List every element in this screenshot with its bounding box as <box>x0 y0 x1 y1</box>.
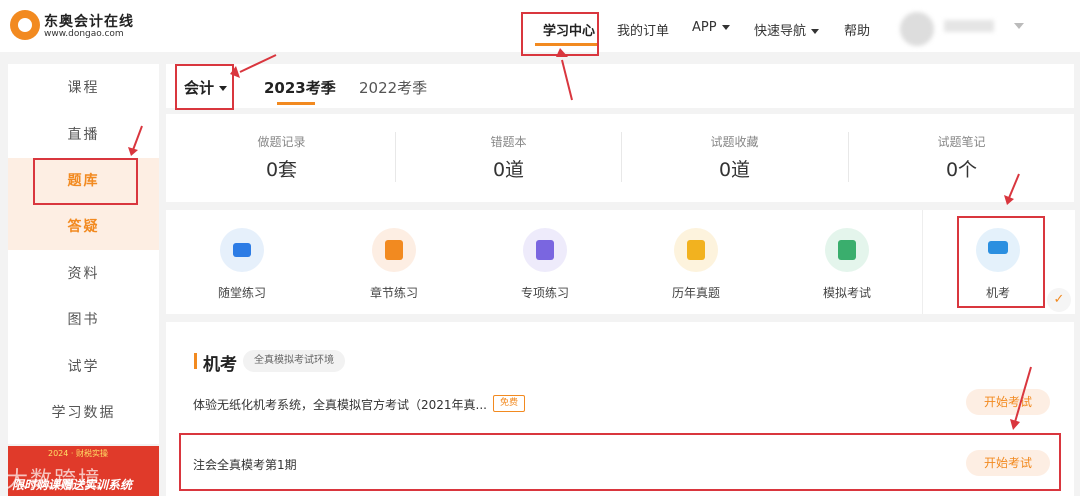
section-accent-bar <box>194 353 197 369</box>
book-icon[interactable] <box>372 228 416 272</box>
tab-active-underline <box>277 102 315 105</box>
annotation-box-exam-row <box>179 433 1061 491</box>
stat-label: 试题收藏 <box>710 135 759 149</box>
free-badge: 免费 <box>493 395 526 412</box>
section-tag: 全真模拟考试环境 <box>243 350 345 372</box>
clipboard-icon[interactable] <box>825 228 869 272</box>
dongao-logo-icon[interactable] <box>10 10 40 40</box>
nav-app[interactable]: APP <box>692 20 730 35</box>
practice-item-chapter[interactable]: 章节练习 <box>319 284 469 301</box>
annotation-box-subject <box>175 64 234 110</box>
sidebar-item-books[interactable]: 图书 <box>8 297 159 343</box>
chevron-down-icon <box>721 25 730 30</box>
stat-label: 做题记录 <box>257 135 306 149</box>
banner-tag: 2024 · 财税实操 <box>48 449 108 458</box>
star-icon[interactable] <box>674 228 718 272</box>
sidebar-item-study-data[interactable]: 学习数据 <box>8 390 159 436</box>
logo-url: www.dongao.com <box>44 29 124 39</box>
stat-value-wrong-book[interactable]: 0道 <box>395 155 622 182</box>
annotation-box-nav <box>521 12 599 56</box>
sidebar-item-trial[interactable]: 试学 <box>8 344 159 390</box>
nav-my-orders[interactable]: 我的订单 <box>617 20 669 39</box>
exam-row-title: 体验无纸化机考系统，全真模拟官方考试（2021年真... <box>193 398 487 412</box>
avatar[interactable] <box>900 12 934 46</box>
sidebar-item-materials[interactable]: 资料 <box>8 251 159 297</box>
check-icon: ✓ <box>1047 288 1071 312</box>
tab-2022-season[interactable]: 2022考季 <box>359 77 427 98</box>
logo-title[interactable]: 东奥会计在线 <box>44 11 134 31</box>
start-exam-button[interactable]: 开始考试 <box>966 389 1050 415</box>
stat-value-notes[interactable]: 0个 <box>848 155 1075 182</box>
nav-help[interactable]: 帮助 <box>844 20 870 39</box>
section-title: 机考 <box>203 355 237 375</box>
stat-value-favorites[interactable]: 0道 <box>621 155 848 182</box>
practice-item-classroom[interactable]: 随堂练习 <box>167 284 317 301</box>
sidebar-item-qa[interactable]: 答疑 <box>8 204 159 250</box>
practice-item-mock-exam[interactable]: 模拟考试 <box>772 284 922 301</box>
annotation-box-computer-exam <box>957 216 1045 308</box>
checklist-icon[interactable] <box>523 228 567 272</box>
tab-2023-season[interactable]: 2023考季 <box>264 77 336 98</box>
stat-value-records[interactable]: 0套 <box>168 155 395 182</box>
chevron-down-icon <box>811 29 820 34</box>
nav-quick-navigation[interactable]: 快速导航 <box>754 20 820 39</box>
username-blurred[interactable] <box>944 20 994 32</box>
stat-label: 错题本 <box>490 135 527 149</box>
stat-label: 试题笔记 <box>937 135 986 149</box>
practice-item-past-exams[interactable]: 历年真题 <box>621 284 771 301</box>
watermark-text: 大数跨境 <box>6 468 103 493</box>
user-menu-chevron-icon[interactable] <box>1014 23 1024 29</box>
practice-item-special[interactable]: 专项练习 <box>470 284 620 301</box>
sidebar-item-courses[interactable]: 课程 <box>8 65 159 111</box>
video-icon[interactable] <box>220 228 264 272</box>
annotation-box-sidebar <box>33 158 138 205</box>
sidebar-item-live[interactable]: 直播 <box>8 112 159 158</box>
